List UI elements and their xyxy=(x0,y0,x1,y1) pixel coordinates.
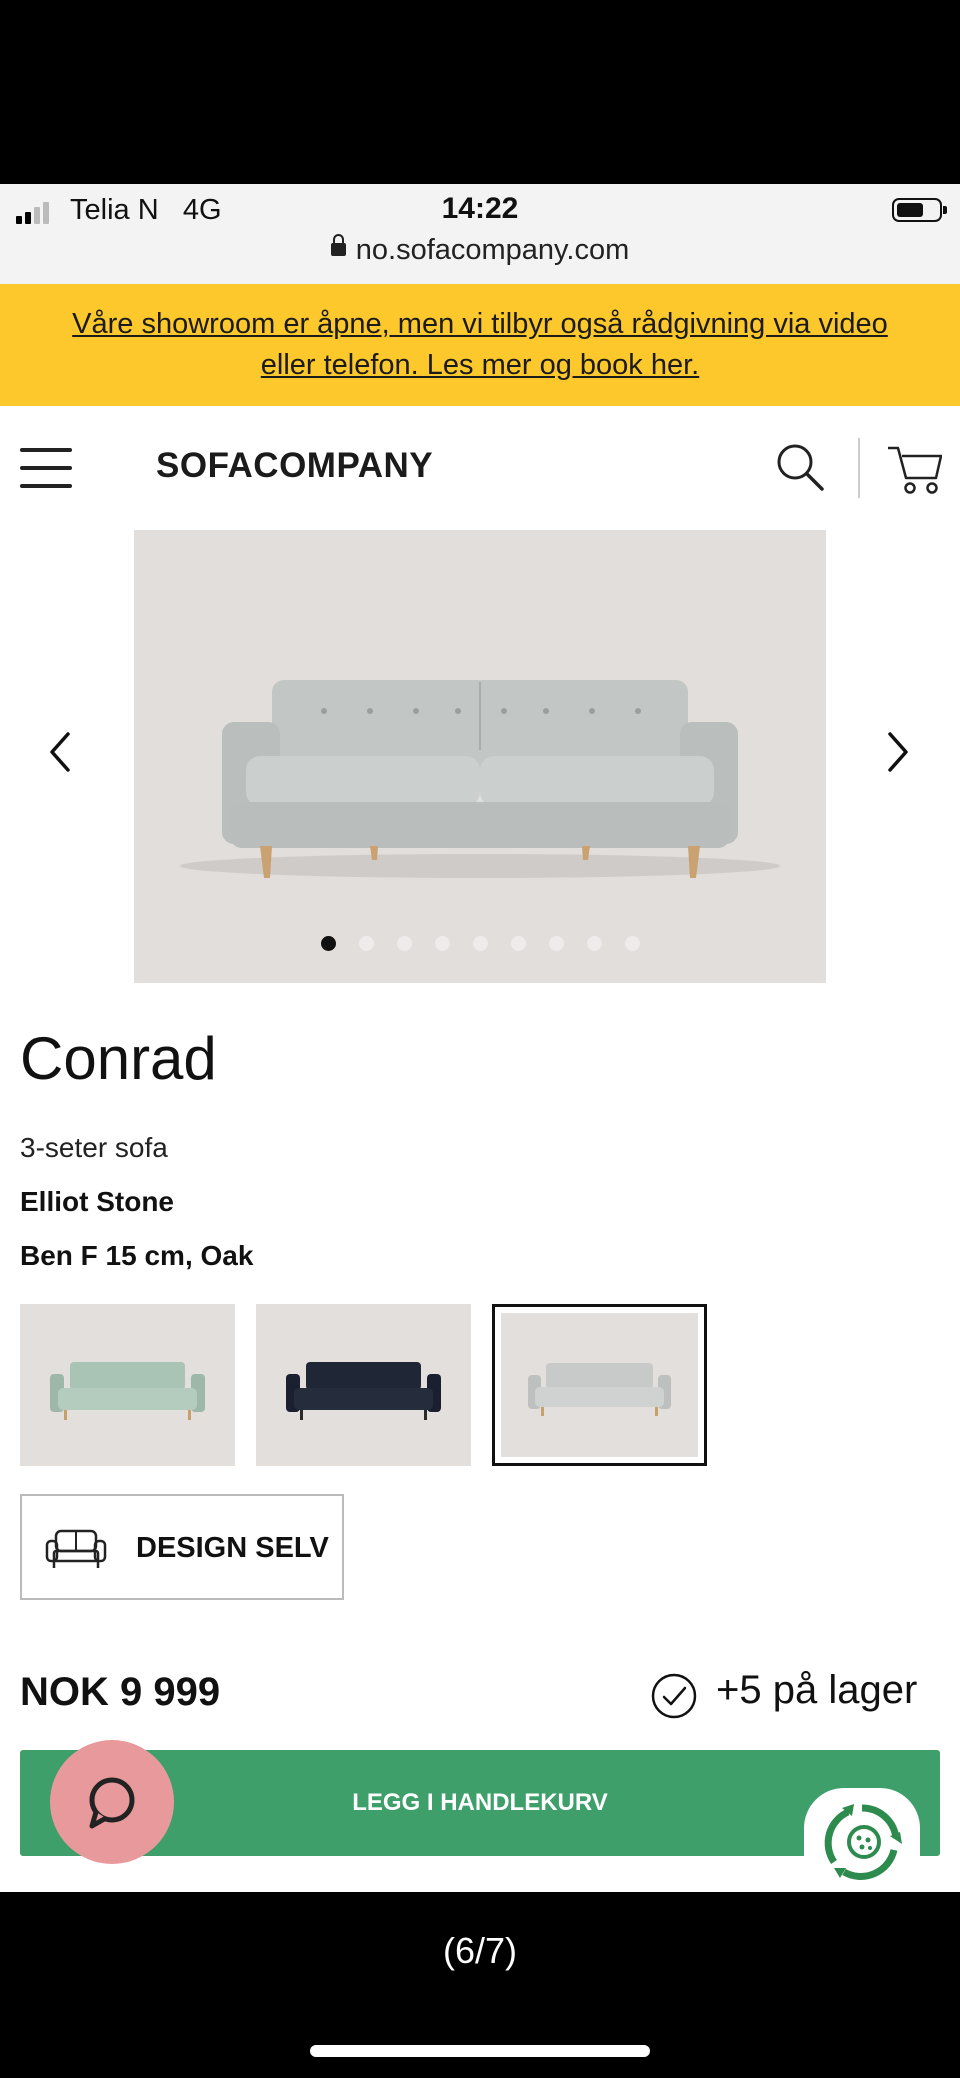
brand-logo[interactable]: SOFACOMPANY xyxy=(156,446,433,486)
design-yourself-label: DESIGN SELV xyxy=(136,1532,329,1564)
recycle-icon xyxy=(824,1804,902,1880)
check-circle-icon xyxy=(651,1673,697,1719)
site-header: SOFACOMPANY xyxy=(0,406,960,526)
gallery-pagination xyxy=(134,936,826,956)
product-legs: Ben F 15 cm, Oak xyxy=(20,1240,254,1271)
product-price: NOK 9 999 xyxy=(20,1670,221,1714)
header-divider xyxy=(858,438,860,498)
pagination-dot[interactable] xyxy=(434,936,450,951)
pagination-dot[interactable] xyxy=(624,936,640,951)
sofa-icon xyxy=(45,1529,107,1568)
menu-icon[interactable] xyxy=(20,448,72,488)
info-banner: Våre showroom er åpne, men vi tilbyr ogs… xyxy=(0,284,960,406)
pagination-dot[interactable] xyxy=(586,936,602,951)
next-arrow-icon[interactable] xyxy=(884,728,912,776)
lock-icon xyxy=(330,233,346,256)
variant-thumbnail-mint[interactable] xyxy=(20,1304,235,1466)
variant-thumbnail-stone[interactable] xyxy=(492,1304,707,1466)
product-title: Conrad xyxy=(20,1025,217,1092)
image-counter: (6/7) xyxy=(442,1930,518,1971)
eco-badge[interactable] xyxy=(804,1788,920,1892)
address-bar[interactable]: no.sofacompany.com xyxy=(0,233,960,267)
pagination-dot[interactable] xyxy=(472,936,488,951)
clock: 14:22 xyxy=(441,192,519,225)
sofa-image xyxy=(180,680,780,878)
url-text: no.sofacompany.com xyxy=(355,234,630,266)
pagination-dot[interactable] xyxy=(358,936,374,951)
top-black-area xyxy=(0,0,960,184)
chat-button[interactable] xyxy=(50,1740,174,1864)
product-gallery[interactable] xyxy=(134,530,826,983)
design-yourself-button[interactable]: DESIGN SELV xyxy=(20,1494,344,1600)
battery-icon xyxy=(892,198,947,222)
pagination-dot[interactable] xyxy=(548,936,564,951)
cart-icon[interactable] xyxy=(886,442,942,498)
product-type: 3-seter sofa xyxy=(20,1132,168,1163)
chat-icon xyxy=(89,1777,135,1829)
pagination-dot[interactable] xyxy=(510,936,526,951)
pagination-dot[interactable] xyxy=(396,936,412,951)
stock-status: +5 på lager xyxy=(716,1668,918,1712)
pagination-dot[interactable] xyxy=(320,936,336,951)
home-indicator[interactable] xyxy=(310,2045,650,2057)
browser-page: Telia N 4G 14:22 no.sofacompany.com Våre… xyxy=(0,184,960,1892)
variant-thumbnail-navy[interactable] xyxy=(256,1304,471,1466)
product-fabric: Elliot Stone xyxy=(20,1186,174,1217)
status-bar: Telia N 4G 14:22 no.sofacompany.com xyxy=(0,184,960,284)
variant-selector xyxy=(20,1304,720,1466)
previous-arrow-icon[interactable] xyxy=(46,728,74,776)
banner-link[interactable]: Våre showroom er åpne, men vi tilbyr ogs… xyxy=(50,304,910,386)
search-icon[interactable] xyxy=(775,442,825,492)
